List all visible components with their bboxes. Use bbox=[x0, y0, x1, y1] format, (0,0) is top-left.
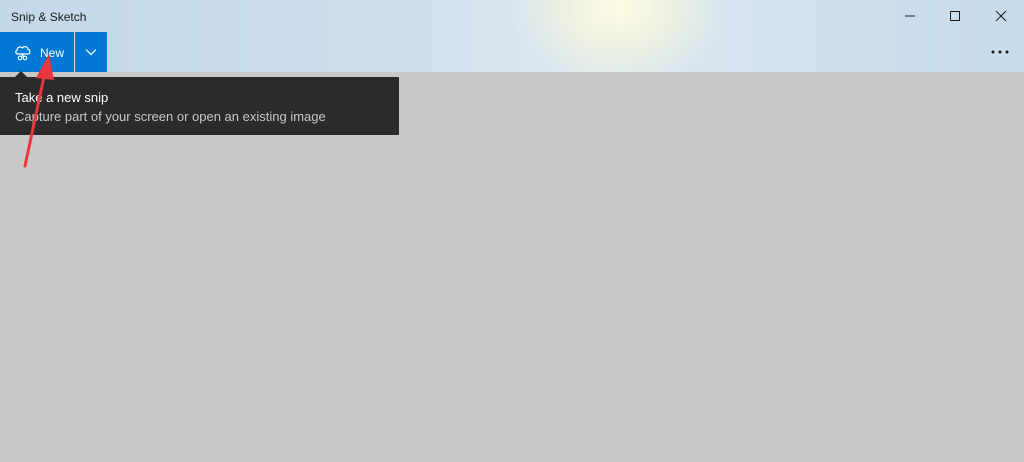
tooltip-title: Take a new snip bbox=[15, 90, 109, 105]
tooltip: Take a new snip Capture part of your scr… bbox=[0, 77, 399, 135]
new-snip-button[interactable]: New bbox=[0, 32, 74, 72]
chevron-down-icon bbox=[85, 49, 97, 56]
snip-and-sketch-window: Snip & Sketch New Take a new snip Captur… bbox=[0, 0, 1024, 462]
close-button[interactable] bbox=[978, 0, 1024, 32]
maximize-icon bbox=[950, 11, 960, 21]
minimize-button[interactable] bbox=[887, 0, 933, 32]
new-snip-dropdown-button[interactable] bbox=[75, 32, 107, 72]
close-icon bbox=[995, 10, 1007, 22]
new-snip-label: New bbox=[40, 46, 65, 60]
snip-icon bbox=[15, 46, 31, 61]
maximize-button[interactable] bbox=[932, 0, 978, 32]
window-title: Snip & Sketch bbox=[11, 10, 87, 24]
more-options-button[interactable] bbox=[980, 36, 1020, 68]
tooltip-description: Capture part of your screen or open an e… bbox=[15, 109, 326, 124]
more-icon bbox=[991, 50, 1009, 54]
title-bar: Snip & Sketch New bbox=[0, 0, 1024, 72]
minimize-icon bbox=[905, 15, 915, 17]
